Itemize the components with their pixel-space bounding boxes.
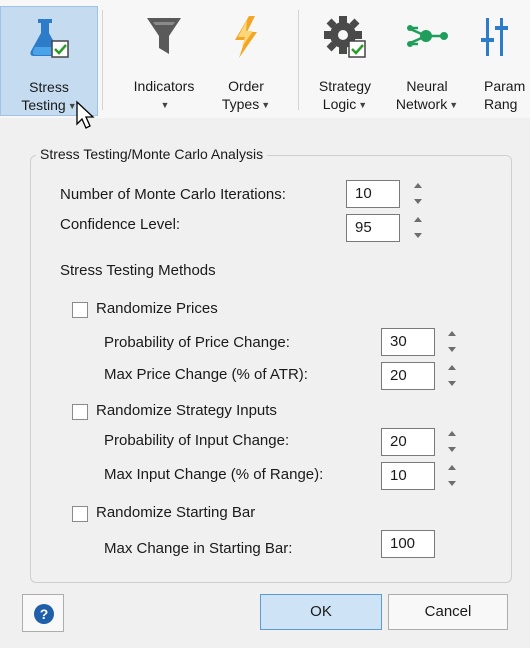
mc-iterations-label: Number of Monte Carlo Iterations: [60,186,286,203]
chevron-down-icon: ▼ [358,99,368,110]
sliders-icon [481,18,508,56]
stress-label-1: Stress [29,79,69,95]
neural-network-icon [407,25,448,47]
strategy-label-1: Strategy [318,78,372,94]
question-mark-icon: ? [34,604,54,624]
randomize-prices-label[interactable]: Randomize Prices [96,300,218,317]
neural-label-2: Network ▼ [395,96,459,112]
indicators-label: Indicators [133,78,195,94]
prob-input-input[interactable]: 20 [381,428,435,456]
randomize-start-checkbox[interactable] [72,506,88,522]
max-start-label: Max Change in Starting Bar: [104,540,293,557]
strategy-logic-button[interactable]: Strategy Logic ▼ [306,6,384,114]
confidence-input[interactable]: 95 [346,214,400,242]
prob-input-stepper[interactable] [448,427,460,457]
indicators-button[interactable]: Indicators ▼ [116,6,212,114]
ribbon-separator [298,10,299,110]
ok-button[interactable]: OK [260,594,382,630]
ribbon-toolbar: Stress Testing ▼ Indicators ▼ Order Types… [0,0,530,129]
neural-label-1: Neural [406,78,448,94]
chevron-down-icon: ▼ [160,99,170,110]
flask-check-icon [30,19,69,58]
max-price-stepper[interactable] [448,361,460,391]
param-label-1: Param [484,78,526,94]
mouse-cursor-icon [76,100,95,129]
max-start-input[interactable]: 100 [381,530,435,558]
prob-input-label: Probability of Input Change: [104,432,290,449]
group-title: Stress Testing/Monte Carlo Analysis [36,146,268,162]
max-input-input[interactable]: 10 [381,462,435,490]
chevron-down-icon: ▼ [261,99,271,110]
randomize-start-label[interactable]: Randomize Starting Bar [96,504,255,521]
max-input-stepper[interactable] [448,461,460,491]
ribbon-separator [102,10,103,110]
neural-network-button[interactable]: Neural Network ▼ [386,6,468,114]
max-price-input[interactable]: 20 [381,362,435,390]
randomize-inputs-label[interactable]: Randomize Strategy Inputs [96,402,277,419]
parameter-ranges-button[interactable]: Param Rang [474,6,530,114]
confidence-stepper[interactable] [414,213,426,243]
mc-iterations-input[interactable]: 10 [346,180,400,208]
randomize-prices-checkbox[interactable] [72,302,88,318]
funnel-icon [147,18,181,54]
prob-price-input[interactable]: 30 [381,328,435,356]
confidence-label: Confidence Level: [60,216,181,233]
indicators-caret: ▼ [116,96,212,114]
gear-check-icon [324,16,366,58]
cancel-button[interactable]: Cancel [388,594,508,630]
prob-price-label: Probability of Price Change: [104,334,290,351]
order-label-2: Types ▼ [221,96,271,112]
randomize-inputs-checkbox[interactable] [72,404,88,420]
lightning-icon [235,16,257,58]
methods-heading: Stress Testing Methods [60,262,216,279]
strategy-label-2: Logic ▼ [322,96,368,112]
order-label-1: Order [228,78,264,94]
chevron-down-icon: ▼ [449,99,459,110]
mc-iterations-stepper[interactable] [414,179,426,209]
max-price-label: Max Price Change (% of ATR): [104,366,308,383]
max-input-label: Max Input Change (% of Range): [104,466,324,483]
order-types-button[interactable]: Order Types ▼ [208,6,284,114]
prob-price-stepper[interactable] [448,327,460,357]
param-label-2: Rang [484,96,518,112]
help-button[interactable]: ? [22,594,64,632]
